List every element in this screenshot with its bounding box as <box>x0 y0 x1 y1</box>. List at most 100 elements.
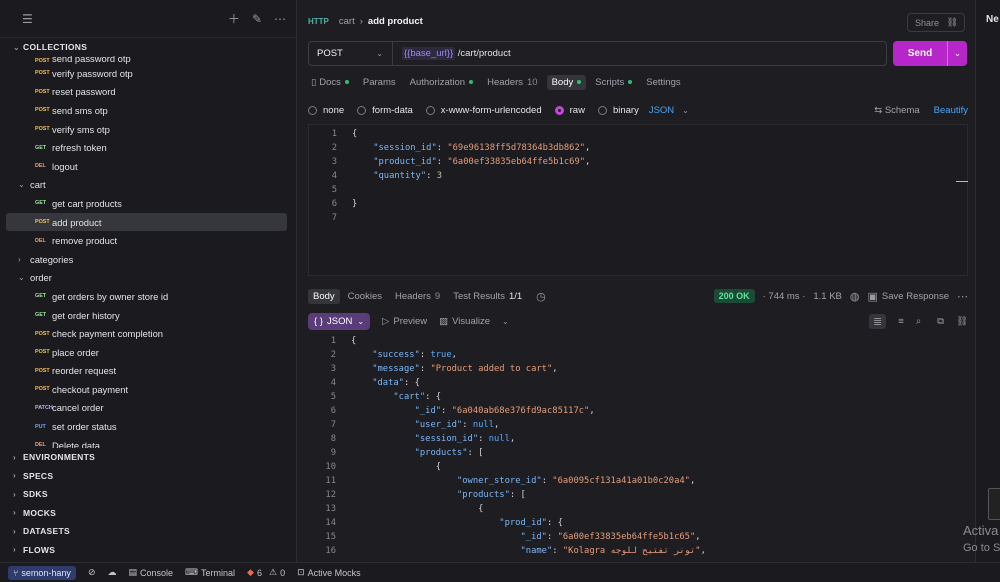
folder-cart[interactable]: ⌄ cart <box>6 176 287 195</box>
tab-scripts[interactable]: Scripts <box>590 75 637 90</box>
radio-none[interactable]: none <box>308 105 344 116</box>
tab-authorization[interactable]: Authorization <box>405 75 478 90</box>
response-body-viewer[interactable]: 1{2 "success": true, 3 "message": "Produc… <box>308 333 968 562</box>
terminal-button[interactable]: ⌨ Terminal <box>185 567 235 578</box>
sidebar-request-item[interactable]: POST verify password otp <box>6 64 287 83</box>
sidebar-request-item[interactable]: DEL Delete data <box>6 436 287 448</box>
chevron-down-icon[interactable]: ⌄ <box>502 317 509 326</box>
tab-docs[interactable]: ▯ Docs <box>306 75 354 90</box>
new-request-icon[interactable]: ✎ <box>252 12 262 26</box>
braces-icon: { } <box>314 316 323 327</box>
breadcrumb-parent[interactable]: cart <box>339 16 355 27</box>
folder-order[interactable]: ⌄ order <box>6 269 287 288</box>
active-mocks-button[interactable]: ⊡ Active Mocks <box>297 567 361 578</box>
sidebar-request-item[interactable]: POST place order <box>6 343 287 362</box>
visualize-button[interactable]: ▨ Visualize <box>439 316 490 327</box>
console-button[interactable]: ▤ Console <box>128 567 173 578</box>
page-title[interactable]: add product <box>368 16 423 27</box>
response-tab-test-results[interactable]: Test Results 1/1 <box>448 289 527 304</box>
filter-icon[interactable]: ≡ <box>898 316 904 327</box>
watermark-sub: Go to S <box>963 542 1000 554</box>
response-tab-headers[interactable]: Headers 9 <box>390 289 445 304</box>
sync-icon[interactable]: ⊘ <box>88 567 96 578</box>
wrap-icon[interactable]: ≣ <box>869 314 887 329</box>
sidebar-request-item[interactable]: PUT set order status <box>6 417 287 436</box>
list-item-partial[interactable]: POST send password otp <box>6 56 287 64</box>
sidebar-request-item[interactable]: PATCH cancel order <box>6 399 287 418</box>
schema-button[interactable]: ⇆ Schema <box>874 105 919 116</box>
body-options: none form-data x-www-form-urlencoded raw bin… <box>308 102 968 118</box>
line-number: 15 <box>325 532 336 542</box>
branch-button[interactable]: ⑂ semon-hany <box>8 565 76 580</box>
send-button[interactable]: Send ⌄ <box>893 41 967 66</box>
sidebar-request-item[interactable]: POST checkout payment <box>6 380 287 399</box>
more-icon[interactable]: ⋯ <box>957 290 968 303</box>
section-mocks[interactable]: › MOCKS <box>0 504 296 523</box>
filter-icon[interactable]: ☰ <box>22 12 33 26</box>
sidebar-request-item[interactable]: GET get orders by owner store id <box>6 287 287 306</box>
line-number: 6 <box>331 199 337 209</box>
response-tab-body[interactable]: Body <box>308 288 340 304</box>
add-icon[interactable]: ＋ <box>228 10 240 27</box>
schema-icon: ⇆ <box>874 104 885 116</box>
method-select[interactable]: POST ⌄ <box>309 42 393 65</box>
search-icon[interactable]: ⌕ <box>916 316 921 327</box>
chevron-right-icon: › <box>13 508 16 518</box>
radio-binary[interactable]: binary <box>597 105 639 116</box>
status-dot <box>577 80 582 84</box>
request-label: get cart products <box>52 197 122 209</box>
response-format-bar: { } JSON ⌄ ▷ Preview ▨ Visualize ⌄ ≣ ≡ ⌕ ⧉… <box>308 312 968 331</box>
sidebar-request-item[interactable]: POST reset password <box>6 83 287 102</box>
section-environments[interactable]: › ENVIRONMENTS <box>0 448 296 467</box>
request-body-editor[interactable]: 1{2 "session_id": "69e96138ff5d78364b3db… <box>308 124 968 276</box>
language-select[interactable]: JSON <box>649 105 674 116</box>
format-select[interactable]: { } JSON ⌄ <box>308 313 371 330</box>
radio-x-www-form-urlencoded[interactable]: x-www-form-urlencoded <box>425 105 542 116</box>
globe-icon[interactable]: ◍ <box>850 290 860 303</box>
code-text: "products": [ <box>456 490 526 500</box>
sidebar-request-item[interactable]: POST reorder request <box>6 362 287 381</box>
scrollbar-thumb[interactable] <box>956 181 968 182</box>
tab-params[interactable]: Params <box>358 75 401 90</box>
radio-form-data[interactable]: form-data <box>357 105 413 116</box>
request-label: set order status <box>52 421 117 433</box>
section-datasets[interactable]: › DATASETS <box>0 522 296 541</box>
sidebar-request-item[interactable]: POST verify sms otp <box>6 120 287 139</box>
section-specs[interactable]: › SPECS <box>0 467 296 486</box>
sidebar-request-item[interactable]: DEL remove product <box>6 231 287 250</box>
radio-raw[interactable]: raw <box>554 105 585 116</box>
url-input[interactable]: {{base_url}} /cart/product <box>393 47 511 60</box>
line-number: 11 <box>325 476 336 486</box>
copy-icon[interactable]: ⧉ <box>937 316 944 327</box>
share-button[interactable]: Share ⛓ <box>907 13 965 32</box>
code-text: "name": "Kolagra تونر تفتيح للوجه", <box>520 546 706 556</box>
request-tabs: ▯ Docs Params Authorization Headers 10 Body Scr… <box>306 73 690 91</box>
chevron-down-icon: ⌄ <box>13 42 21 52</box>
section-flows[interactable]: › FLOWS <box>0 541 296 560</box>
cloud-icon[interactable]: ☁ <box>107 567 116 578</box>
preview-button[interactable]: ▷ Preview <box>382 316 427 327</box>
history-icon[interactable]: ◷ <box>536 290 546 303</box>
more-icon[interactable]: ⋯ <box>274 12 286 26</box>
sidebar-request-item[interactable]: POST check payment completion <box>6 324 287 343</box>
tab-body[interactable]: Body <box>546 74 587 90</box>
sidebar-request-item[interactable]: GET refresh token <box>6 138 287 157</box>
collections-header[interactable]: ⌄ COLLECTIONS <box>0 38 296 56</box>
sidebar-request-item[interactable]: DEL logout <box>6 157 287 176</box>
terminal-icon: ⌨ <box>185 567 199 577</box>
response-tab-cookies[interactable]: Cookies <box>343 289 387 304</box>
sidebar-request-item[interactable]: GET get order history <box>6 306 287 325</box>
tab-headers[interactable]: Headers 10 <box>482 75 543 90</box>
folder-categories[interactable]: › categories <box>6 250 287 269</box>
problems-button[interactable]: ◆ 6 ⚠ 0 <box>247 567 285 578</box>
tab-settings[interactable]: Settings <box>641 75 685 90</box>
sidebar-request-item[interactable]: GET get cart products <box>6 194 287 213</box>
sidebar-request-item[interactable]: POST add product <box>6 212 287 232</box>
section-sdks[interactable]: › SDKS <box>0 485 296 504</box>
sidebar-request-item[interactable]: POST send sms otp <box>6 101 287 120</box>
chevron-down-icon[interactable]: ⌄ <box>947 41 967 66</box>
link-icon[interactable]: ⛓ <box>956 316 968 327</box>
beautify-button[interactable]: Beautify <box>934 105 968 116</box>
line-number: 10 <box>325 462 336 472</box>
save-response-button[interactable]: Save Response <box>882 291 949 302</box>
